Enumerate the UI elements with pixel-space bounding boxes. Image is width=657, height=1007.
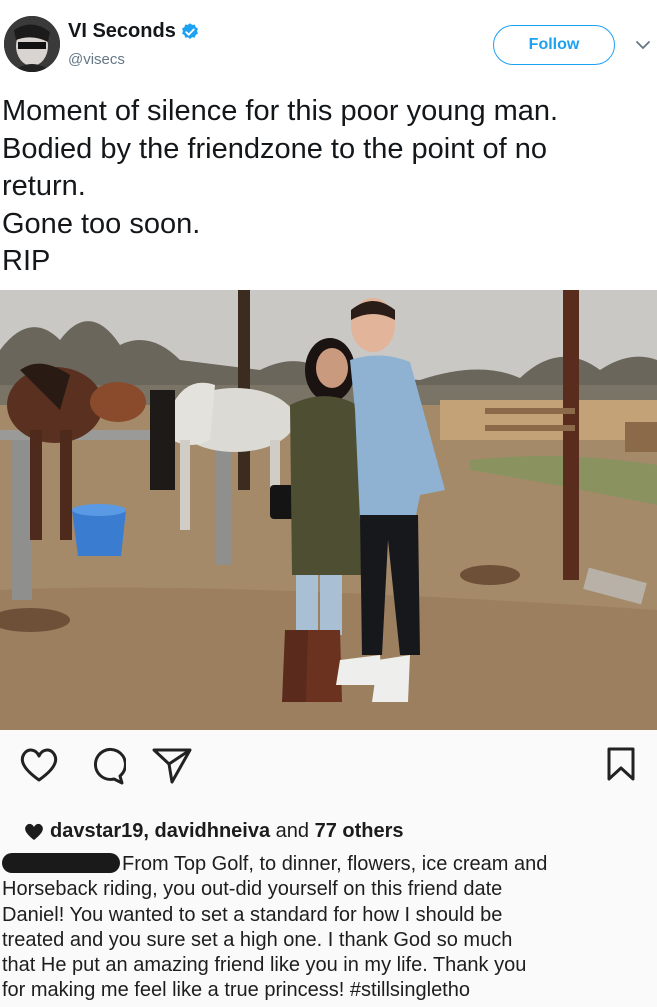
share-icon[interactable]: [150, 744, 194, 786]
likes-summary[interactable]: davstar19, davidhneiva and 77 others: [24, 820, 404, 843]
post-caption: From Top Golf, to dinner, flowers, ice c…: [0, 852, 657, 1004]
follow-button[interactable]: Follow: [493, 25, 615, 65]
caption-line: From Top Golf, to dinner, flowers, ice c…: [0, 852, 657, 877]
post-photo[interactable]: [0, 290, 657, 730]
tweet-text-line: Bodied by the friendzone to the point of…: [2, 132, 547, 165]
caption-line: treated and you sure set a high one. I t…: [2, 928, 513, 951]
chevron-down-icon[interactable]: [634, 38, 652, 52]
likes-connector: and: [270, 820, 315, 842]
caption-line: that He put an amazing friend like you i…: [2, 954, 527, 977]
small-heart-icon: [25, 823, 43, 840]
verified-badge-icon: [181, 22, 198, 39]
avatar[interactable]: [4, 16, 60, 72]
caption-line: Daniel! You wanted to set a standard for…: [2, 903, 503, 926]
caption-line: for making me feel like a true princess!…: [2, 979, 470, 1002]
caption-text: From Top Golf, to dinner, flowers, ice c…: [122, 853, 548, 875]
tweet-text-line: Moment of silence for this poor young ma…: [2, 95, 559, 127]
heart-icon[interactable]: [18, 746, 60, 784]
display-name[interactable]: VI Seconds: [68, 20, 176, 43]
handle: @visecs: [68, 51, 125, 68]
others-count[interactable]: 77 others: [315, 820, 404, 843]
comment-icon[interactable]: [86, 746, 126, 786]
tweet-header: VI Seconds @visecs Follow: [0, 0, 657, 90]
tweet-text: Moment of silence for this poor young ma…: [2, 93, 652, 281]
likers[interactable]: davstar19, davidhneiva: [50, 820, 270, 843]
tweet-text-line: return.: [2, 170, 86, 202]
tweet-text-line: RIP: [2, 245, 51, 277]
redacted-username: [2, 853, 120, 873]
caption-line: Horseback riding, you out-did yourself o…: [2, 878, 503, 901]
tweet-text-line: Gone too soon.: [2, 207, 201, 240]
bookmark-icon[interactable]: [605, 746, 637, 782]
author-block: VI Seconds @visecs: [68, 20, 200, 68]
